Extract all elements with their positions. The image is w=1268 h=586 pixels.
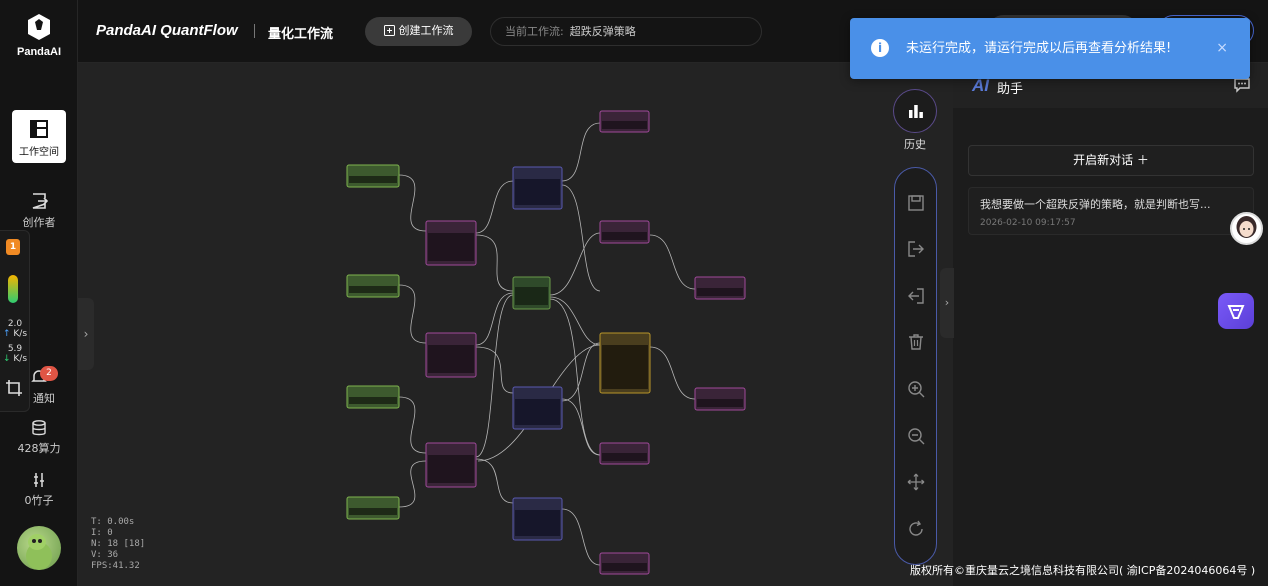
node-analysis-1[interactable]: [694, 276, 746, 300]
node-python-input-3[interactable]: [346, 385, 400, 409]
conversation-time: 2026-02-10 09:17:57: [980, 218, 1076, 228]
refresh-icon[interactable]: [906, 519, 926, 539]
workflow-graph[interactable]: [78, 63, 953, 586]
export-icon[interactable]: [906, 239, 926, 259]
import-icon[interactable]: [906, 286, 926, 306]
sidebar-item-notifications[interactable]: 通知: [0, 368, 78, 406]
upload-speed-unit: K/s: [13, 329, 28, 339]
panda-logo-icon: [28, 14, 50, 40]
canvas-stats: T: 0.00s I: 0 N: 18 [18] V: 36 FPS:41.32: [91, 517, 145, 572]
create-workflow-label: 创建工作流: [398, 25, 454, 37]
fit-view-icon[interactable]: [906, 472, 926, 492]
stat-time: T: 0.00s: [91, 517, 135, 527]
chevron-right-icon: ›: [944, 296, 950, 309]
conversation-title: 我想要做一个超跌反弹的策略，就是判断也写...: [980, 198, 1211, 211]
node-data-source-2[interactable]: [425, 332, 477, 378]
zoom-out-icon[interactable]: [906, 426, 926, 446]
workspace-icon: [30, 120, 48, 138]
ai-logo: AI: [972, 76, 989, 95]
node-factor-3[interactable]: [512, 497, 563, 541]
current-workflow-field[interactable]: 当前工作流: 超跌反弹策略: [490, 17, 762, 46]
node-merge[interactable]: [512, 276, 551, 310]
warning-toast: i 未运行完成，请运行完成以后再查看分析结果! ×: [850, 18, 1250, 79]
node-data-source-1[interactable]: [425, 220, 477, 266]
sidebar-item-label: 工作空间: [19, 147, 59, 158]
canvas-toolbar: [894, 167, 937, 565]
node-factor-1[interactable]: [512, 166, 563, 210]
level-badge: 1: [6, 239, 20, 255]
right-panel-toggle[interactable]: ›: [940, 268, 954, 338]
stat-vertices: V: 36: [91, 550, 119, 560]
download-speed-unit: K/s: [13, 354, 28, 364]
speed-gauge: [8, 275, 18, 303]
node-factor-2[interactable]: [512, 386, 563, 430]
download-speed-value: 5.9: [7, 344, 23, 354]
upload-speed-value: 2.0: [7, 319, 23, 329]
node-output-4[interactable]: [599, 552, 650, 575]
node-output-3[interactable]: [599, 442, 650, 465]
bamboo-icon: [34, 473, 44, 487]
chat-bubble-icon[interactable]: [1233, 77, 1251, 93]
sidebar-item-workspace[interactable]: 工作空间: [12, 110, 66, 163]
delete-icon[interactable]: [906, 332, 926, 352]
user-avatar[interactable]: [17, 526, 61, 570]
sidebar-item-label: 428算力: [17, 442, 61, 455]
database-icon: [32, 420, 46, 436]
app-logo-icon: [1227, 305, 1245, 319]
create-workflow-button[interactable]: 创建工作流: [365, 17, 472, 46]
node-python-input-1[interactable]: [346, 164, 400, 188]
zoom-in-icon[interactable]: [906, 379, 926, 399]
creator-icon: [32, 193, 48, 209]
workflow-canvas[interactable]: [78, 63, 953, 586]
sidebar-item-creator[interactable]: 创作者: [0, 192, 78, 230]
sidebar-item-label: 创作者: [22, 216, 56, 229]
header-divider: [254, 24, 255, 38]
node-output-2[interactable]: [599, 220, 650, 244]
node-backtest[interactable]: [599, 332, 651, 394]
new-chat-button[interactable]: 开启新对话 ＋: [968, 145, 1254, 176]
history-label: 历史: [904, 138, 926, 151]
notification-badge: 2: [40, 366, 58, 381]
node-analysis-2[interactable]: [694, 387, 746, 411]
floating-app-button[interactable]: [1218, 293, 1254, 329]
info-icon: i: [871, 39, 889, 57]
page-subtitle: 量化工作流: [268, 27, 334, 42]
sidebar-item-bamboo[interactable]: 0竹子: [0, 472, 78, 508]
girl-avatar-icon: [1236, 216, 1257, 238]
current-workflow-value: 超跌反弹策略: [569, 25, 636, 38]
assistant-title: 助手: [997, 82, 1024, 97]
node-python-input-4[interactable]: [346, 496, 400, 520]
arrow-down-icon: ↓: [2, 354, 11, 364]
current-workflow-label: 当前工作流:: [505, 25, 564, 38]
stat-nodes: N: 18 [18]: [91, 539, 146, 549]
plus-square-icon: [383, 25, 395, 36]
floating-assistant-avatar[interactable]: [1230, 212, 1263, 245]
sidebar-item-label: 0竹子: [24, 494, 54, 507]
history-button[interactable]: [893, 89, 937, 133]
left-sidebar: PandaAI 工作空间 创作者 1 2.0 ↑ K/s 5.9 ↓ K/s 通…: [0, 0, 78, 586]
dinosaur-avatar-icon: [26, 534, 52, 570]
sidebar-item-label: 通知: [33, 392, 55, 405]
bar-chart-icon: [909, 105, 923, 118]
conversation-item[interactable]: 我想要做一个超跌反弹的策略，就是判断也写... 2026-02-10 09:17…: [968, 187, 1254, 235]
close-icon[interactable]: ×: [1216, 18, 1228, 79]
copyright-footer: 版权所有©重庆量云之境信息科技有限公司( 渝ICP备2024046064号 ): [910, 564, 1256, 577]
save-icon[interactable]: [906, 193, 926, 213]
app-root: PandaAI 工作空间 创作者 1 2.0 ↑ K/s 5.9 ↓ K/s 通…: [0, 0, 1268, 586]
node-data-source-3[interactable]: [425, 442, 477, 488]
toast-message: 未运行完成，请运行完成以后再查看分析结果!: [906, 41, 1172, 56]
brand-title: PandaAI QuantFlow: [96, 22, 238, 39]
sidebar-item-compute[interactable]: 428算力: [0, 420, 78, 456]
node-output-1[interactable]: [599, 110, 650, 133]
arrow-up-icon: ↑: [2, 329, 11, 339]
stat-fps: FPS:41.32: [91, 561, 140, 571]
left-panel-toggle[interactable]: ›: [78, 298, 94, 370]
node-python-input-2[interactable]: [346, 274, 400, 298]
logo-text: PandaAI: [16, 46, 61, 58]
stat-iterations: I: 0: [91, 528, 113, 538]
logo[interactable]: PandaAI: [0, 12, 78, 58]
chevron-right-icon: ›: [83, 327, 89, 341]
